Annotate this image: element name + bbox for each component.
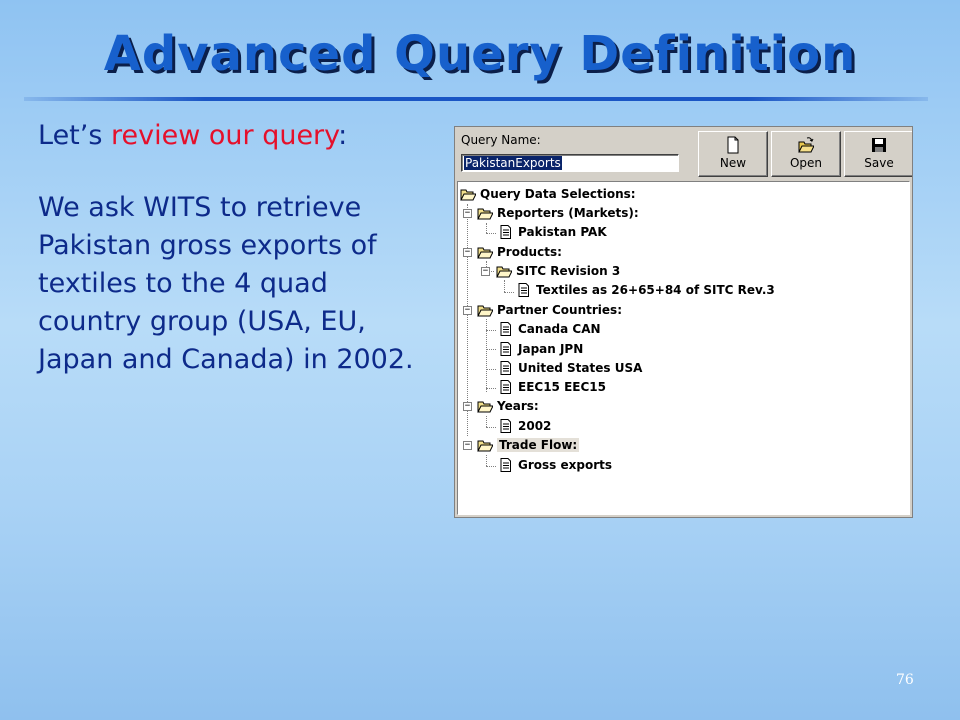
collapse-toggle[interactable]: − [463,306,472,315]
new-document-icon [727,136,739,154]
collapse-toggle[interactable]: − [463,402,472,411]
tree-root[interactable]: Query Data Selections: [460,185,636,203]
tree-leaf-partner[interactable]: Canada CAN [498,320,601,338]
sitc-item-label: Textiles as 26+65+84 of SITC Rev.3 [536,283,775,297]
tree-node-partners[interactable]: Partner Countries: [477,301,622,319]
tree-node-years[interactable]: Years: [477,397,539,415]
intro-highlight: review our query [111,120,339,151]
save-label: Save [864,156,894,170]
tree-node-sitc[interactable]: SITC Revision 3 [496,262,620,280]
query-name-label: Query Name: [461,133,541,147]
query-screenshot-panel: Query Name: PakistanExports New Open Sav… [455,127,912,517]
tree-line [486,330,496,331]
open-button[interactable]: Open [771,131,841,177]
open-folder-icon [477,401,493,413]
tree-leaf-partner[interactable]: EEC15 EEC15 [498,378,606,396]
tree-node-trade-flow[interactable]: Trade Flow: [477,436,580,454]
open-folder-icon [477,305,493,317]
partner-label: Japan JPN [518,342,584,356]
intro-prefix: Let’s [38,120,111,151]
partner-label: EEC15 EEC15 [518,380,606,394]
intro-line: Let’s review our query: [38,117,433,155]
collapse-toggle[interactable]: − [463,441,472,450]
tree-leaf-partner[interactable]: United States USA [498,359,642,377]
tree-line [504,292,514,293]
years-label: Years: [497,399,539,413]
tree-line [486,223,487,233]
tree-leaf-reporter[interactable]: Pakistan PAK [498,223,607,241]
document-icon [518,283,529,297]
query-name-value: PakistanExports [464,156,562,170]
tree-root-label: Query Data Selections: [480,187,636,201]
sitc-label: SITC Revision 3 [516,264,621,278]
query-name-input[interactable]: PakistanExports [461,154,679,172]
new-label: New [719,156,747,170]
products-label: Products: [497,245,562,259]
partner-label: United States USA [518,361,643,375]
slide-title: Advanced Query Definition [103,26,857,82]
save-disk-icon [872,138,886,152]
tree-line [486,349,496,350]
document-icon [500,322,511,336]
open-folder-icon [477,208,493,220]
tree-line [486,427,496,428]
partners-label: Partner Countries: [497,303,622,317]
save-button[interactable]: Save [844,131,912,177]
slide-body: Let’s review our query: We ask WITS to r… [38,117,433,379]
document-icon [500,361,511,375]
page-number: 76 [896,672,914,688]
open-folder-icon [496,266,512,278]
tree-leaf-flow[interactable]: Gross exports [498,456,612,474]
year-label: 2002 [518,419,552,433]
tree-leaf-partner[interactable]: Japan JPN [498,340,583,358]
tree-line [504,280,505,292]
reporter-label: Pakistan PAK [518,225,607,239]
intro-suffix: : [338,120,348,151]
document-icon [500,380,511,394]
tree-line [486,416,487,427]
trade-flow-label: Trade Flow: [497,438,580,452]
open-folder-icon [460,189,476,201]
reporters-label: Reporters (Markets): [497,206,639,220]
tree-line [486,455,487,466]
tree-line [486,466,496,467]
tree-node-reporters[interactable]: Reporters (Markets): [477,204,639,222]
tree-leaf-sitc-item[interactable]: Textiles as 26+65+84 of SITC Rev.3 [516,281,775,299]
tree-line [486,388,496,389]
tree-leaf-year[interactable]: 2002 [498,417,551,435]
document-icon [500,342,511,356]
collapse-toggle[interactable]: − [481,267,490,276]
description-paragraph: We ask WITS to retrieve Pakistan gross e… [38,192,414,375]
open-folder-icon [477,440,493,452]
collapse-toggle[interactable]: − [463,248,472,257]
new-button[interactable]: New [698,131,768,177]
document-icon [500,419,511,433]
document-icon [500,225,511,239]
partner-label: Canada CAN [518,322,601,336]
title-divider [24,97,928,101]
tree-line [486,369,496,370]
tree-node-products[interactable]: Products: [477,243,562,261]
tree-line [486,233,496,234]
query-tree: − − − − − − Query Data Selections: Repor… [457,181,910,515]
document-icon [500,458,511,472]
open-folder-icon [477,247,493,259]
open-folder-icon [798,137,814,153]
flow-label: Gross exports [518,458,612,472]
collapse-toggle[interactable]: − [463,209,472,218]
open-label: Open [789,156,823,170]
